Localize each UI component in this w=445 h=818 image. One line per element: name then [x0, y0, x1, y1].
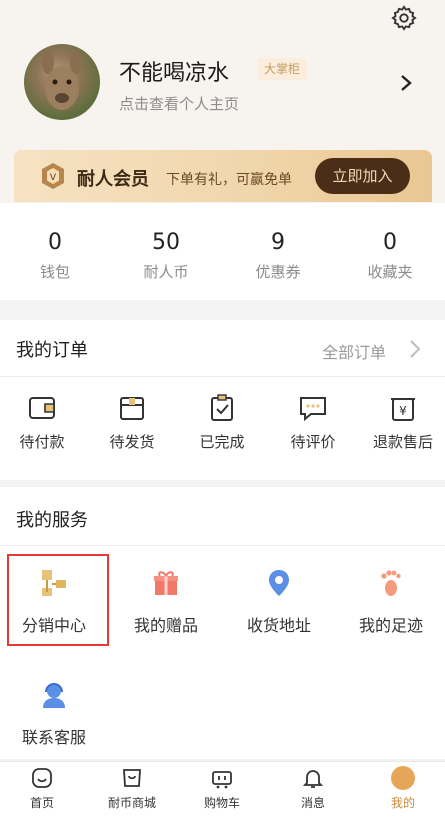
service-my-footprints[interactable]: 我的足迹: [341, 568, 441, 636]
stat-wallet[interactable]: 0 钱包: [0, 230, 110, 282]
svg-text:V: V: [50, 173, 57, 183]
all-orders-label: 全部订单: [322, 343, 387, 362]
comment-icon: [300, 397, 326, 422]
profile-subtitle[interactable]: 点击查看个人主页: [119, 93, 239, 114]
stat-value: 50: [152, 230, 180, 255]
order-label: 待付款: [19, 433, 65, 451]
home-icon: [32, 768, 52, 788]
tab-cart[interactable]: 购物车: [182, 766, 262, 811]
tab-label: 购物车: [203, 796, 240, 810]
level-badge: 大掌柜: [257, 58, 308, 80]
service-label: 我的足迹: [358, 616, 423, 635]
stat-value: 0: [383, 230, 397, 255]
divider: [0, 376, 445, 377]
services-title: 我的服务: [16, 510, 88, 531]
member-title: 耐人会员: [77, 169, 149, 190]
clipboard-check-icon: [211, 394, 233, 421]
stat-favorites[interactable]: 0 收藏夹: [335, 230, 445, 282]
avatar[interactable]: [24, 44, 100, 120]
order-pending-payment[interactable]: 待付款: [2, 393, 82, 452]
order-label: 待评价: [290, 433, 336, 451]
tab-coin-mall[interactable]: 耐币商城: [92, 766, 172, 811]
member-description: 下单有礼，可赢免单: [166, 172, 292, 188]
tab-label: 我的: [390, 796, 415, 810]
stat-label: 钱包: [39, 263, 70, 281]
box-icon: [120, 397, 144, 420]
all-orders-link[interactable]: 全部订单: [322, 339, 386, 363]
username[interactable]: 不能喝凉水: [119, 55, 229, 87]
member-crown-icon: V: [42, 163, 64, 189]
tab-messages[interactable]: 消息: [273, 766, 353, 811]
location-icon: [269, 570, 289, 596]
orders-title: 我的订单: [16, 340, 88, 361]
service-my-gifts[interactable]: 我的赠品: [116, 568, 216, 636]
wallet-icon: [29, 397, 55, 419]
stat-coupons[interactable]: 9 优惠券: [223, 230, 333, 282]
me-icon: [391, 766, 415, 790]
order-label: 退款售后: [372, 433, 433, 451]
stat-value: 0: [48, 230, 62, 255]
settings-icon[interactable]: [390, 4, 418, 32]
chevron-right-icon[interactable]: [398, 72, 414, 94]
order-refund[interactable]: ¥ 退款售后: [363, 393, 443, 452]
stat-label: 耐人币: [143, 263, 189, 281]
tab-label: 耐币商城: [107, 796, 156, 810]
order-label: 待发货: [109, 433, 155, 451]
divider: [0, 545, 445, 546]
service-label: 联系客服: [21, 728, 86, 747]
footprint-icon: [381, 570, 401, 596]
bell-icon: [302, 770, 324, 788]
service-label: 收货地址: [246, 616, 311, 635]
order-pending-shipment[interactable]: 待发货: [92, 393, 172, 452]
chevron-right-icon[interactable]: [406, 338, 424, 360]
customer-service-icon: [43, 683, 65, 708]
order-pending-review[interactable]: 待评价: [273, 393, 353, 452]
svg-text:¥: ¥: [399, 404, 407, 418]
service-shipping-address[interactable]: 收货地址: [229, 568, 329, 636]
highlight-box: [7, 554, 109, 646]
gift-icon: [154, 571, 178, 595]
stat-label: 收藏夹: [367, 263, 413, 281]
service-customer-service[interactable]: 联系客服: [4, 680, 104, 748]
stat-value: 9: [271, 230, 285, 255]
tab-label: 消息: [300, 796, 325, 810]
tab-label: 首页: [29, 796, 54, 810]
cart-icon: [212, 771, 232, 789]
refund-icon: ¥: [391, 398, 415, 421]
kangaroo-avatar-image: [42, 50, 82, 110]
join-member-button[interactable]: 立即加入: [315, 158, 410, 194]
tab-me[interactable]: 我的: [363, 766, 443, 811]
order-label: 已完成: [199, 433, 245, 451]
shop-icon: [123, 769, 141, 787]
service-label: 我的赠品: [133, 616, 198, 635]
stat-label: 优惠券: [255, 263, 301, 281]
order-completed[interactable]: 已完成: [182, 393, 262, 452]
tab-home[interactable]: 首页: [2, 766, 82, 811]
stat-coins[interactable]: 50 耐人币: [111, 230, 221, 282]
